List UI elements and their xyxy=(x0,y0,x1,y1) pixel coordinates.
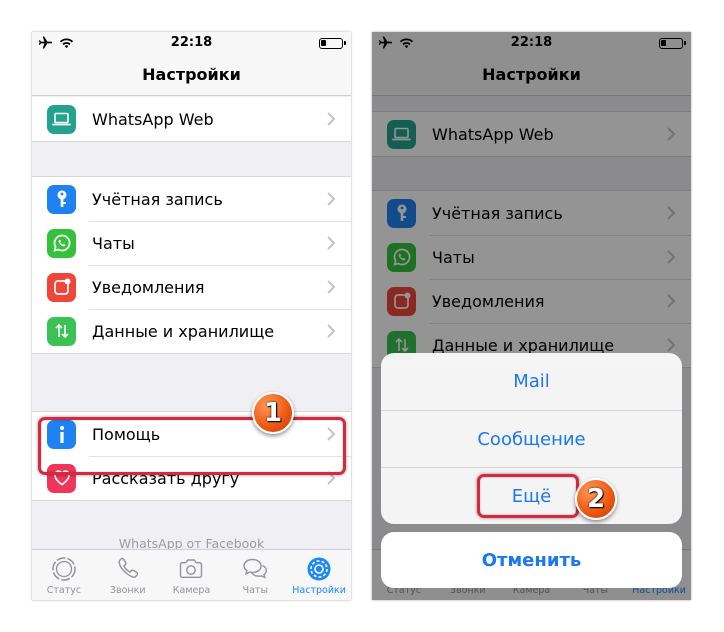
settings-item-label: Учётная запись xyxy=(92,189,223,209)
settings-item-whatsapp-web[interactable]: WhatsApp Web xyxy=(32,97,351,141)
tab-label: Настройки xyxy=(292,585,346,596)
phone-icon xyxy=(118,557,138,578)
settings-item-account[interactable]: Учётная запись xyxy=(32,177,351,221)
chevron-right-icon xyxy=(327,112,336,126)
navigation-bar: Настройки xyxy=(32,54,351,96)
share-option-message[interactable]: Сообщение xyxy=(381,410,682,467)
status-time: 22:18 xyxy=(170,35,213,50)
tab-camera[interactable]: Камера xyxy=(160,550,224,600)
page-title: Настройки xyxy=(142,65,241,84)
key-icon xyxy=(47,184,76,214)
status-icon xyxy=(52,557,76,581)
tab-chats[interactable]: Чаты xyxy=(223,550,287,600)
step-badge-2: 2 xyxy=(575,478,617,520)
tab-label: Статус xyxy=(46,585,82,596)
settings-item-data-storage[interactable]: Данные и хранилище xyxy=(32,309,351,353)
step-number: 1 xyxy=(263,398,283,428)
step-badge-1: 1 xyxy=(252,392,294,434)
chevron-right-icon xyxy=(327,236,336,250)
status-bar: 22:18 xyxy=(32,32,351,54)
settings-item-notifications[interactable]: Уведомления xyxy=(32,265,351,309)
more-option-highlight xyxy=(477,474,579,518)
tab-settings[interactable]: Настройки xyxy=(287,550,351,600)
chevron-right-icon xyxy=(327,280,336,294)
footer-text: WhatsApp от Facebook xyxy=(118,536,265,549)
chats-icon xyxy=(243,558,268,579)
settings-item-label: WhatsApp Web xyxy=(92,109,214,129)
settings-list[interactable]: WhatsApp Web Учётная запись Чаты Уведомл… xyxy=(32,97,351,549)
settings-gear-icon xyxy=(307,557,331,581)
battery-icon xyxy=(319,38,346,49)
share-option-mail[interactable]: Mail xyxy=(381,353,682,410)
cancel-button[interactable]: Отменить xyxy=(381,532,682,588)
camera-icon xyxy=(180,559,203,578)
data-arrows-icon xyxy=(47,316,76,346)
settings-item-label: Данные и хранилище xyxy=(92,321,275,341)
tab-status[interactable]: Статус xyxy=(32,550,96,600)
tab-label: Звонки xyxy=(109,585,146,596)
settings-group-main: Учётная запись Чаты Уведомления Данные и… xyxy=(32,176,351,354)
tab-label: Камера xyxy=(172,585,211,596)
settings-screen: 22:18 Настройки WhatsApp Web Учётная зап… xyxy=(32,32,351,600)
settings-item-chats[interactable]: Чаты xyxy=(32,221,351,265)
tab-calls[interactable]: Звонки xyxy=(96,550,160,600)
settings-group-web: WhatsApp Web xyxy=(32,97,351,142)
tab-label: Чаты xyxy=(242,585,268,596)
step-number: 2 xyxy=(586,484,606,514)
tab-bar: Статус Звонки Камера Чаты Настройки xyxy=(32,549,351,600)
notifications-icon xyxy=(47,272,76,302)
laptop-icon xyxy=(47,104,76,134)
chevron-right-icon xyxy=(327,324,336,338)
settings-item-label: Уведомления xyxy=(92,277,205,297)
chevron-right-icon xyxy=(327,192,336,206)
whatsapp-icon xyxy=(47,228,76,258)
tell-friend-highlight xyxy=(38,417,346,475)
settings-item-label: Чаты xyxy=(92,233,135,253)
